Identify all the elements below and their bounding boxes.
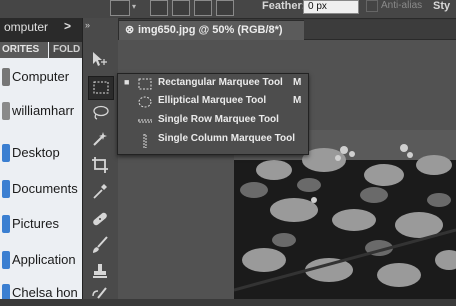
sidebar-item-home[interactable]: williamharr bbox=[0, 96, 82, 126]
sidebar-item-label: Desktop bbox=[12, 145, 60, 160]
feather-input[interactable]: 0 px bbox=[303, 0, 359, 14]
intersect-selection-button[interactable] bbox=[194, 0, 212, 16]
tools-panel: » bbox=[82, 18, 119, 299]
menu-item-single-column-marquee[interactable]: Single Column Marquee Tool bbox=[118, 131, 308, 149]
antialias-checkbox[interactable] bbox=[366, 0, 378, 12]
options-bar: ▾ Feather: 0 px Anti-alias Sty bbox=[0, 0, 456, 19]
menu-item-label: Single Column Marquee Tool bbox=[158, 133, 296, 144]
document-tab-title: img650.jpg @ 50% (RGB/8*) bbox=[138, 24, 283, 36]
home-icon bbox=[2, 102, 10, 120]
tab-favorites-label: ORITES bbox=[2, 44, 40, 55]
rectangular-marquee-icon bbox=[138, 78, 152, 90]
collapse-panel-icon[interactable]: » bbox=[85, 20, 90, 30]
move-tool-icon[interactable] bbox=[88, 48, 112, 70]
sidebar-item-label: Pictures bbox=[12, 216, 59, 231]
menu-item-elliptical-marquee[interactable]: Elliptical Marquee Tool M bbox=[118, 93, 308, 111]
single-column-marquee-icon bbox=[143, 134, 147, 148]
selection-mode-button[interactable] bbox=[216, 0, 234, 16]
sidebar-item-label: Computer bbox=[12, 69, 70, 84]
elliptical-marquee-icon bbox=[138, 96, 152, 108]
new-selection-button[interactable] bbox=[110, 0, 130, 16]
finder-header: omputer > bbox=[0, 18, 82, 42]
desktop-folder-icon bbox=[2, 144, 10, 162]
style-label: Sty bbox=[433, 0, 451, 12]
chevron-down-icon[interactable]: ▾ bbox=[132, 2, 136, 11]
sidebar-item-computer[interactable]: Computer bbox=[0, 62, 82, 92]
sidebar-item-label: Chelsa hon bbox=[12, 285, 78, 299]
sidebar-item-pictures[interactable]: Pictures bbox=[0, 209, 82, 239]
sidebar-item-desktop[interactable]: Desktop bbox=[0, 138, 82, 168]
add-to-selection-button[interactable] bbox=[150, 0, 168, 16]
menu-item-label: Single Row Marquee Tool bbox=[158, 114, 279, 125]
marquee-tool-flyout: ■ Rectangular Marquee Tool M Elliptical … bbox=[117, 73, 309, 155]
tab-bar bbox=[304, 20, 456, 40]
feather-label: Feather: bbox=[262, 0, 306, 12]
sidebar-item-label: Application bbox=[12, 252, 76, 267]
menu-item-single-row-marquee[interactable]: Single Row Marquee Tool bbox=[118, 112, 308, 130]
tab-folders-label: FOLD bbox=[53, 44, 81, 55]
applications-folder-icon bbox=[2, 251, 10, 269]
history-brush-icon[interactable] bbox=[88, 284, 112, 306]
tab-folders[interactable]: FOLD bbox=[49, 42, 82, 58]
crop-icon[interactable] bbox=[88, 154, 112, 176]
single-row-marquee-icon bbox=[138, 119, 152, 123]
clone-stamp-icon[interactable] bbox=[88, 260, 112, 282]
sidebar-item-documents[interactable]: Documents bbox=[0, 174, 82, 204]
sidebar-item-label: Documents bbox=[12, 181, 78, 196]
computer-icon bbox=[2, 68, 10, 86]
menu-item-shortcut: M bbox=[293, 95, 302, 106]
tab-favorites[interactable]: ORITES bbox=[0, 42, 48, 58]
lasso-icon[interactable] bbox=[88, 102, 112, 124]
menu-item-label: Rectangular Marquee Tool bbox=[158, 77, 283, 88]
quick-selection-icon[interactable] bbox=[88, 128, 112, 150]
document-image[interactable] bbox=[234, 130, 456, 299]
menu-item-rectangular-marquee[interactable]: ■ Rectangular Marquee Tool M bbox=[118, 75, 308, 93]
pictures-folder-icon bbox=[2, 215, 10, 233]
sidebar-item-applications[interactable]: Application bbox=[0, 245, 82, 275]
brush-icon[interactable] bbox=[88, 234, 112, 256]
sidebar-item-label: williamharr bbox=[12, 103, 75, 118]
menu-item-label: Elliptical Marquee Tool bbox=[158, 95, 267, 106]
healing-brush-icon[interactable] bbox=[88, 208, 112, 230]
document-tab[interactable]: ⊗ img650.jpg @ 50% (RGB/8*) bbox=[118, 20, 305, 41]
finder-sidebar: omputer > ORITES FOLD Computer williamha… bbox=[0, 18, 82, 299]
chevron-right-icon[interactable]: > bbox=[64, 19, 71, 33]
close-icon[interactable]: ⊗ bbox=[125, 23, 134, 36]
selected-bullet-icon: ■ bbox=[124, 77, 130, 87]
documents-folder-icon bbox=[2, 180, 10, 198]
antialias-label: Anti-alias bbox=[381, 0, 423, 11]
eyedropper-icon[interactable] bbox=[88, 180, 112, 202]
folder-icon bbox=[2, 284, 10, 299]
subtract-from-selection-button[interactable] bbox=[172, 0, 190, 16]
menu-item-shortcut: M bbox=[293, 77, 302, 88]
rectangular-marquee-icon[interactable] bbox=[88, 76, 114, 100]
sidebar-item-chelsa[interactable]: Chelsa hon bbox=[0, 278, 82, 299]
finder-title: omputer bbox=[4, 20, 49, 34]
